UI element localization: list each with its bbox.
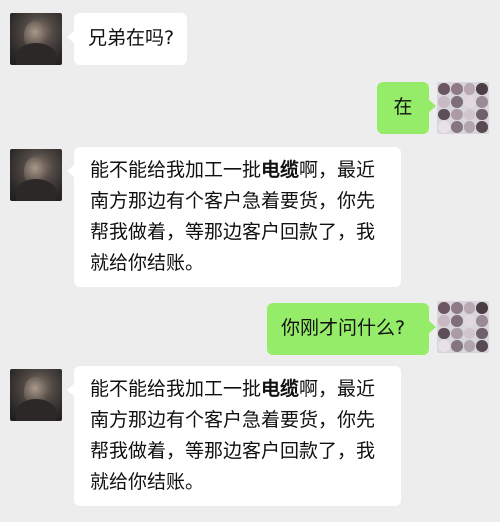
message-bubble-friend[interactable]: 能不能给我加工一批电缆啊，最近 南方那边有个客户急着要货，你先 帮我做着，等那边… bbox=[67, 366, 401, 506]
message-line: 能不能给我加工一批电缆啊，最近 bbox=[90, 159, 376, 181]
message-text: 兄弟在吗? bbox=[88, 27, 175, 49]
message-bubble-friend[interactable]: 兄弟在吗? bbox=[67, 13, 187, 65]
message-text: 在 bbox=[393, 96, 413, 118]
my-avatar[interactable] bbox=[437, 301, 489, 353]
message-line: 就给你结账。 bbox=[90, 471, 205, 493]
message-bubble-me[interactable]: 在 bbox=[377, 82, 436, 134]
friend-avatar[interactable] bbox=[10, 369, 62, 421]
friend-avatar[interactable] bbox=[10, 149, 62, 201]
message-bubble-me[interactable]: 你刚才问什么? bbox=[267, 303, 436, 355]
message-line: 帮我做着，等那边客户回款了，我 bbox=[90, 440, 376, 462]
chat-window: 兄弟在吗? 在 能不能给我加工一批电缆啊，最近 南方那边有个客户急着要货，你先 … bbox=[0, 0, 500, 522]
message-line: 南方那边有个客户急着要货，你先 bbox=[90, 190, 376, 212]
message-line: 就给你结账。 bbox=[90, 252, 205, 274]
message-bubble-friend[interactable]: 能不能给我加工一批电缆啊，最近 南方那边有个客户急着要货，你先 帮我做着，等那边… bbox=[67, 147, 401, 287]
message-line: 能不能给我加工一批电缆啊，最近 bbox=[90, 378, 376, 400]
my-avatar[interactable] bbox=[437, 82, 489, 134]
message-text: 你刚才问什么? bbox=[281, 317, 406, 339]
message-line: 南方那边有个客户急着要货，你先 bbox=[90, 409, 376, 431]
message-line: 帮我做着，等那边客户回款了，我 bbox=[90, 221, 376, 243]
friend-avatar[interactable] bbox=[10, 13, 62, 65]
